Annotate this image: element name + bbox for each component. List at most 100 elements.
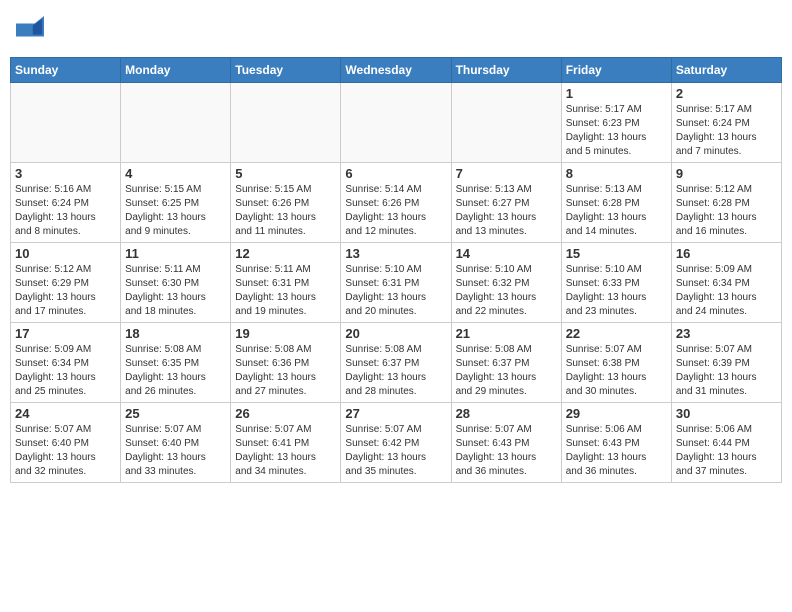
calendar-cell: 28 Sunrise: 5:07 AM Sunset: 6:43 PM Dayli… (451, 402, 561, 482)
calendar-cell: 14 Sunrise: 5:10 AM Sunset: 6:32 PM Dayli… (451, 242, 561, 322)
day-info: Sunrise: 5:11 AM Sunset: 6:31 PM Dayligh… (235, 263, 336, 319)
day-number: 4 (125, 166, 226, 181)
day-info: Sunrise: 5:09 AM Sunset: 6:34 PM Dayligh… (15, 343, 116, 399)
day-number: 22 (566, 326, 667, 341)
day-number: 19 (235, 326, 336, 341)
calendar-cell: 24 Sunrise: 5:07 AM Sunset: 6:40 PM Dayli… (11, 402, 121, 482)
day-info: Sunrise: 5:08 AM Sunset: 6:37 PM Dayligh… (345, 343, 446, 399)
calendar-cell: 12 Sunrise: 5:11 AM Sunset: 6:31 PM Dayli… (231, 242, 341, 322)
calendar-cell: 17 Sunrise: 5:09 AM Sunset: 6:34 PM Dayli… (11, 322, 121, 402)
calendar-cell: 30 Sunrise: 5:06 AM Sunset: 6:44 PM Dayli… (671, 402, 781, 482)
calendar-cell (341, 82, 451, 162)
calendar-cell: 5 Sunrise: 5:15 AM Sunset: 6:26 PM Daylig… (231, 162, 341, 242)
weekday-header-thursday: Thursday (451, 57, 561, 82)
calendar-cell: 3 Sunrise: 5:16 AM Sunset: 6:24 PM Daylig… (11, 162, 121, 242)
day-info: Sunrise: 5:08 AM Sunset: 6:35 PM Dayligh… (125, 343, 226, 399)
calendar-week-row-4: 17 Sunrise: 5:09 AM Sunset: 6:34 PM Dayli… (11, 322, 782, 402)
calendar-cell: 8 Sunrise: 5:13 AM Sunset: 6:28 PM Daylig… (561, 162, 671, 242)
day-number: 8 (566, 166, 667, 181)
day-info: Sunrise: 5:16 AM Sunset: 6:24 PM Dayligh… (15, 183, 116, 239)
day-number: 9 (676, 166, 777, 181)
day-info: Sunrise: 5:12 AM Sunset: 6:28 PM Dayligh… (676, 183, 777, 239)
day-info: Sunrise: 5:10 AM Sunset: 6:32 PM Dayligh… (456, 263, 557, 319)
calendar-week-row-1: 1 Sunrise: 5:17 AM Sunset: 6:23 PM Daylig… (11, 82, 782, 162)
day-info: Sunrise: 5:08 AM Sunset: 6:37 PM Dayligh… (456, 343, 557, 399)
calendar-cell: 19 Sunrise: 5:08 AM Sunset: 6:36 PM Dayli… (231, 322, 341, 402)
calendar-cell: 6 Sunrise: 5:14 AM Sunset: 6:26 PM Daylig… (341, 162, 451, 242)
weekday-header-monday: Monday (121, 57, 231, 82)
calendar-cell: 22Sunrise: 5:07 AM Sunset: 6:38 PM Dayli… (561, 322, 671, 402)
day-number: 1 (566, 86, 667, 101)
day-number: 5 (235, 166, 336, 181)
day-number: 28 (456, 406, 557, 421)
day-info: Sunrise: 5:11 AM Sunset: 6:30 PM Dayligh… (125, 263, 226, 319)
day-number: 2 (676, 86, 777, 101)
day-number: 27 (345, 406, 446, 421)
calendar-week-row-2: 3 Sunrise: 5:16 AM Sunset: 6:24 PM Daylig… (11, 162, 782, 242)
day-info: Sunrise: 5:07 AM Sunset: 6:40 PM Dayligh… (15, 423, 116, 479)
day-info: Sunrise: 5:17 AM Sunset: 6:23 PM Dayligh… (566, 103, 667, 159)
calendar-cell: 20 Sunrise: 5:08 AM Sunset: 6:37 PM Dayli… (341, 322, 451, 402)
calendar-table: SundayMondayTuesdayWednesdayThursdayFrid… (10, 57, 782, 483)
calendar-cell (231, 82, 341, 162)
calendar-cell (11, 82, 121, 162)
day-info: Sunrise: 5:07 AM Sunset: 6:43 PM Dayligh… (456, 423, 557, 479)
day-number: 26 (235, 406, 336, 421)
day-info: Sunrise: 5:10 AM Sunset: 6:33 PM Dayligh… (566, 263, 667, 319)
day-info: Sunrise: 5:15 AM Sunset: 6:25 PM Dayligh… (125, 183, 226, 239)
day-number: 24 (15, 406, 116, 421)
day-number: 7 (456, 166, 557, 181)
day-info: Sunrise: 5:07 AM Sunset: 6:41 PM Dayligh… (235, 423, 336, 479)
calendar-cell: 27 Sunrise: 5:07 AM Sunset: 6:42 PM Dayli… (341, 402, 451, 482)
day-number: 13 (345, 246, 446, 261)
day-number: 14 (456, 246, 557, 261)
calendar-cell: 11 Sunrise: 5:11 AM Sunset: 6:30 PM Dayli… (121, 242, 231, 322)
day-info: Sunrise: 5:13 AM Sunset: 6:28 PM Dayligh… (566, 183, 667, 239)
day-number: 12 (235, 246, 336, 261)
day-info: Sunrise: 5:14 AM Sunset: 6:26 PM Dayligh… (345, 183, 446, 239)
day-info: Sunrise: 5:07 AM Sunset: 6:42 PM Dayligh… (345, 423, 446, 479)
day-number: 11 (125, 246, 226, 261)
calendar-cell: 10 Sunrise: 5:12 AM Sunset: 6:29 PM Dayli… (11, 242, 121, 322)
day-info: Sunrise: 5:08 AM Sunset: 6:36 PM Dayligh… (235, 343, 336, 399)
day-info: Sunrise: 5:09 AM Sunset: 6:34 PM Dayligh… (676, 263, 777, 319)
weekday-header-row: SundayMondayTuesdayWednesdayThursdayFrid… (11, 57, 782, 82)
day-info: Sunrise: 5:06 AM Sunset: 6:44 PM Dayligh… (676, 423, 777, 479)
calendar-cell: 15Sunrise: 5:10 AM Sunset: 6:33 PM Dayli… (561, 242, 671, 322)
calendar-week-row-3: 10 Sunrise: 5:12 AM Sunset: 6:29 PM Dayli… (11, 242, 782, 322)
logo (14, 16, 44, 49)
calendar-cell: 16 Sunrise: 5:09 AM Sunset: 6:34 PM Dayli… (671, 242, 781, 322)
day-info: Sunrise: 5:07 AM Sunset: 6:39 PM Dayligh… (676, 343, 777, 399)
day-number: 10 (15, 246, 116, 261)
calendar-cell (451, 82, 561, 162)
calendar-cell: 2 Sunrise: 5:17 AM Sunset: 6:24 PM Daylig… (671, 82, 781, 162)
day-number: 20 (345, 326, 446, 341)
day-number: 29 (566, 406, 667, 421)
weekday-header-friday: Friday (561, 57, 671, 82)
page-header (10, 10, 782, 49)
day-info: Sunrise: 5:13 AM Sunset: 6:27 PM Dayligh… (456, 183, 557, 239)
weekday-header-tuesday: Tuesday (231, 57, 341, 82)
day-number: 6 (345, 166, 446, 181)
calendar-cell: 7 Sunrise: 5:13 AM Sunset: 6:27 PM Daylig… (451, 162, 561, 242)
calendar-cell: 18 Sunrise: 5:08 AM Sunset: 6:35 PM Dayli… (121, 322, 231, 402)
calendar-cell: 13 Sunrise: 5:10 AM Sunset: 6:31 PM Dayli… (341, 242, 451, 322)
day-info: Sunrise: 5:12 AM Sunset: 6:29 PM Dayligh… (15, 263, 116, 319)
logo-icon (16, 16, 44, 44)
day-info: Sunrise: 5:07 AM Sunset: 6:40 PM Dayligh… (125, 423, 226, 479)
day-number: 18 (125, 326, 226, 341)
day-info: Sunrise: 5:15 AM Sunset: 6:26 PM Dayligh… (235, 183, 336, 239)
weekday-header-wednesday: Wednesday (341, 57, 451, 82)
weekday-header-saturday: Saturday (671, 57, 781, 82)
day-info: Sunrise: 5:10 AM Sunset: 6:31 PM Dayligh… (345, 263, 446, 319)
calendar-cell: 9 Sunrise: 5:12 AM Sunset: 6:28 PM Daylig… (671, 162, 781, 242)
calendar-cell: 29Sunrise: 5:06 AM Sunset: 6:43 PM Dayli… (561, 402, 671, 482)
day-number: 17 (15, 326, 116, 341)
day-number: 30 (676, 406, 777, 421)
day-number: 3 (15, 166, 116, 181)
weekday-header-sunday: Sunday (11, 57, 121, 82)
day-number: 23 (676, 326, 777, 341)
day-info: Sunrise: 5:17 AM Sunset: 6:24 PM Dayligh… (676, 103, 777, 159)
day-number: 16 (676, 246, 777, 261)
calendar-cell (121, 82, 231, 162)
